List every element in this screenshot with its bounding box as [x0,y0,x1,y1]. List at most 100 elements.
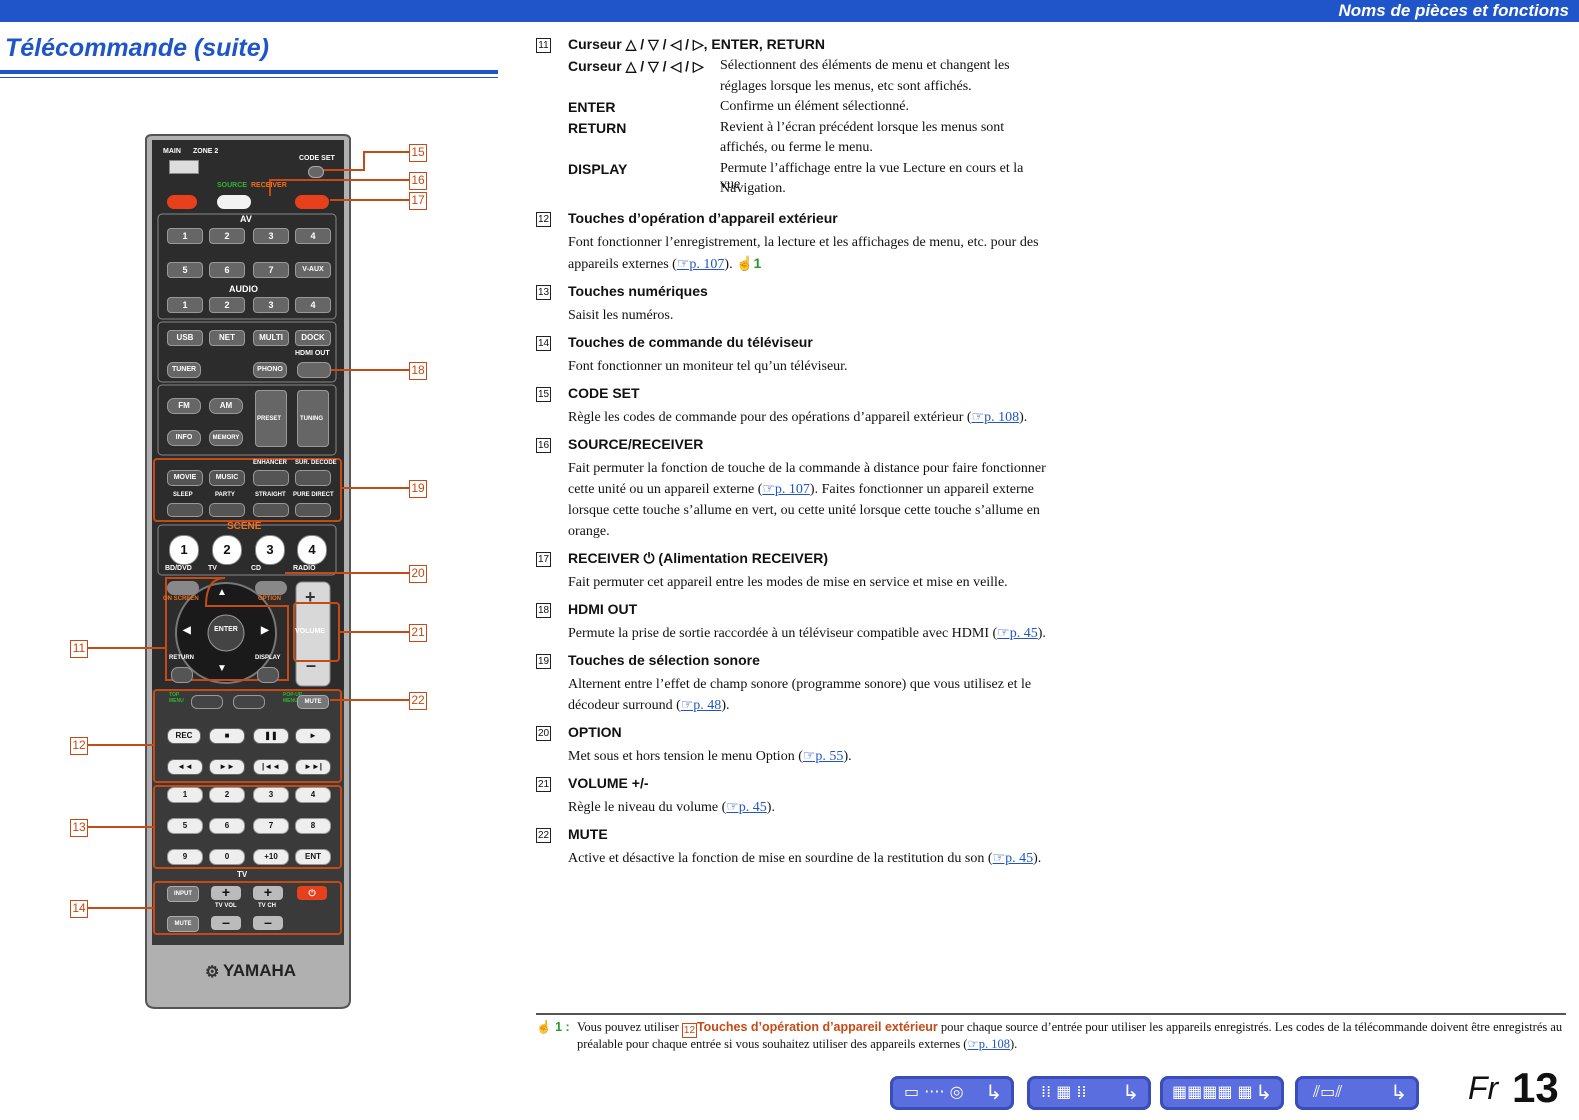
volume-up-icon[interactable]: + [305,587,316,608]
numpad-button[interactable]: +10 [253,849,289,865]
source-power-button[interactable] [167,195,197,209]
numpad-button[interactable]: 4 [295,787,331,803]
numpad-button[interactable]: 7 [253,818,289,834]
numpad-button[interactable]: 5 [167,818,203,834]
page-link[interactable]: ☞p. 45 [993,851,1034,866]
page-link[interactable]: ☞p. 107 [677,257,725,272]
am-button[interactable]: AM [209,398,243,414]
tv-input-button[interactable]: INPUT [167,886,199,902]
tuner-button[interactable]: TUNER [167,362,201,378]
popup-menu-button[interactable] [233,695,265,709]
cursor-right-icon[interactable]: ▶ [261,625,269,636]
tv-ch-up-icon[interactable]: + [253,885,283,900]
on-screen-button[interactable] [167,581,199,595]
rec-button[interactable]: REC [167,728,201,744]
sleep-button[interactable] [167,503,203,517]
top-menu-button[interactable] [191,695,223,709]
av-button[interactable]: 7 [253,262,289,278]
audio-button[interactable]: 2 [209,297,245,313]
cursor-up-icon[interactable]: ▲ [217,587,227,598]
hdmi-out-button[interactable] [297,362,331,378]
page-link[interactable]: ☞p. 108 [967,1037,1009,1051]
input-button[interactable]: DOCK [295,330,331,346]
display-button[interactable] [257,667,279,683]
option-button[interactable] [255,581,287,595]
fm-button[interactable]: FM [167,398,201,414]
page-link[interactable]: ☞p. 45 [726,800,767,815]
scene-button[interactable]: 4 [297,535,327,565]
scene-button[interactable]: 2 [212,535,242,565]
phono-button[interactable]: PHONO [253,362,287,378]
straight-button[interactable] [253,503,289,517]
numpad-button[interactable]: 6 [209,818,245,834]
party-button[interactable] [209,503,245,517]
zone-switch[interactable] [169,160,199,174]
input-button[interactable]: NET [209,330,245,346]
audio-button[interactable]: 1 [167,297,203,313]
numpad-button[interactable]: ENT [295,849,331,865]
tv-ch-down-icon[interactable]: – [253,915,283,930]
sur-decode-button[interactable] [295,470,331,486]
page-link[interactable]: ☞p. 55 [803,749,844,764]
tv-vol-up-icon[interactable]: + [211,885,241,900]
enhancer-button[interactable] [253,470,289,486]
note-ref-title[interactable]: Touches d’opération d’appareil extérieur [697,1020,938,1034]
audio-button[interactable]: 4 [295,297,331,313]
front-panel-nav-button[interactable]: ▭ ···· ◎ ↳ [890,1076,1014,1110]
sub-row: RETURN Revient à l’écran précédent lorsqu… [536,120,1046,141]
page-link[interactable]: ☞p. 108 [972,410,1020,425]
av-button[interactable]: 5 [167,262,203,278]
skip-back-icon[interactable]: |◄◄ [253,759,289,775]
receiver-power-button[interactable] [295,195,329,209]
switch-main-label: MAIN [163,148,181,155]
numpad-button[interactable]: 3 [253,787,289,803]
tv-vol-down-icon[interactable]: – [211,915,241,930]
input-button[interactable]: MULTI [253,330,289,346]
page-link[interactable]: ☞p. 45 [997,626,1038,641]
numpad-button[interactable]: 8 [295,818,331,834]
av-button[interactable]: 2 [209,228,245,244]
source-receiver-button[interactable] [217,195,251,209]
page-link[interactable]: ☞p. 107 [762,482,810,497]
pure-direct-button[interactable] [295,503,331,517]
note-ref-number: 12 [681,1023,697,1038]
numpad-button[interactable]: 9 [167,849,203,865]
numpad-button[interactable]: 0 [209,849,245,865]
remote-nav-button[interactable]: ⫽▭⫽ ↳ [1295,1076,1419,1110]
fast-forward-icon[interactable]: ►► [209,759,245,775]
movie-button[interactable]: MOVIE [167,470,203,486]
info-button[interactable]: INFO [167,430,201,446]
enter-button[interactable]: ENTER [212,626,240,633]
mute-button[interactable]: MUTE [297,695,329,709]
tv-mute-button[interactable]: MUTE [167,916,199,932]
item-number: 17 [536,551,551,567]
volume-down-icon[interactable]: – [306,655,316,676]
return-button[interactable] [171,667,193,683]
stop-icon[interactable]: ■ [209,728,245,744]
skip-forward-icon[interactable]: ►►| [295,759,331,775]
rewind-icon[interactable]: ◄◄ [167,759,203,775]
av-button[interactable]: 6 [209,262,245,278]
cursor-left-icon[interactable]: ◀ [183,625,191,636]
tv-power-icon[interactable]: ⏻ [297,886,327,900]
rear-panel-nav-button[interactable]: ⁞⁞ ▦ ⁞⁞ ↳ [1027,1076,1151,1110]
scene-button[interactable]: 1 [169,535,199,565]
av-button[interactable]: 4 [295,228,331,244]
music-button[interactable]: MUSIC [209,470,245,486]
av-button[interactable]: 1 [167,228,203,244]
av-button[interactable]: V-AUX [295,262,331,278]
memory-button[interactable]: MEMORY [209,430,243,446]
page-link[interactable]: ☞p. 48 [681,698,722,713]
numpad-button[interactable]: 1 [167,787,203,803]
pause-icon[interactable]: ❚❚ [253,728,289,744]
scene-button[interactable]: 3 [255,535,285,565]
av-button[interactable]: 3 [253,228,289,244]
audio-button[interactable]: 3 [253,297,289,313]
play-icon[interactable]: ► [295,728,331,744]
input-button[interactable]: USB [167,330,203,346]
code-set-button[interactable] [308,166,324,178]
cursor-down-icon[interactable]: ▼ [217,663,227,674]
display-nav-button[interactable]: ▦▦▦▦ ▦ ↳ [1160,1076,1284,1110]
numpad-button[interactable]: 2 [209,787,245,803]
tip-number[interactable]: 1 [754,255,762,271]
